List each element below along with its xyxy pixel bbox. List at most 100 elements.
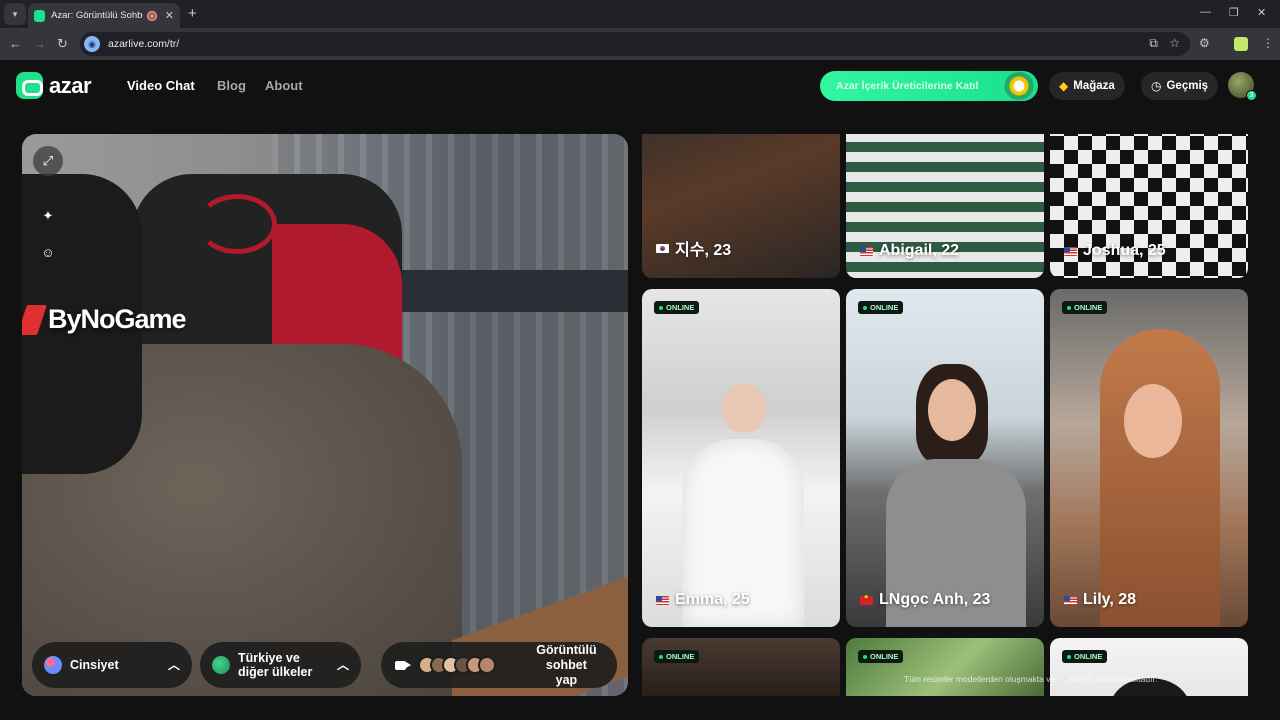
online-badge: ONLINE — [858, 301, 904, 314]
usa-flag-icon — [656, 595, 669, 605]
clock-icon: ◷ — [1151, 79, 1162, 93]
browser-toolbar: ← → ↻ ◉ azarlive.com/tr/ ⧉ ☆ ⚙ ⋮ — [0, 28, 1280, 60]
disclaimer-text: Tüm resimler modellerden oluşmakta ve … … — [904, 674, 1158, 684]
minimize-icon[interactable]: — — [1200, 6, 1211, 18]
history-label: Geçmiş — [1166, 80, 1209, 92]
browser-tab[interactable]: Azar: Görüntülü Sohbet & V ✕ — [28, 3, 180, 28]
history-button[interactable]: ◷ Geçmiş — [1141, 72, 1219, 100]
restore-icon[interactable]: ❐ — [1229, 6, 1239, 19]
azar-logo-icon — [16, 72, 43, 99]
watermark-logo: ByNoGame — [22, 304, 187, 335]
site-header: azar Video Chat Blog About Azar İçerik Ü… — [0, 60, 1280, 110]
profile-name: Joshua, 25 — [1064, 242, 1166, 260]
watermark-text: ByNoGame — [48, 304, 187, 334]
extension-shield-icon[interactable] — [1234, 37, 1248, 51]
profile-grid: 지수, 23 Abigail, 22 Joshua, 25 ONLINE Emm… — [642, 134, 1248, 696]
profile-name-text: Abigail, 22 — [879, 242, 960, 259]
start-video-chat-button[interactable]: Görüntülü sohbet yap — [381, 642, 617, 688]
address-bar[interactable]: ◉ azarlive.com/tr/ ⧉ ☆ — [80, 32, 1190, 56]
store-button[interactable]: ◆ Mağaza — [1049, 72, 1125, 100]
region-filter[interactable]: Türkiye ve diğer ülkeler ︿ — [200, 642, 361, 688]
online-badge: ONLINE — [1062, 650, 1108, 663]
start-chat-label-line2: yap — [555, 672, 578, 687]
profile-card[interactable]: Joshua, 25 — [1050, 134, 1248, 278]
avatar-badge: 3 — [1246, 90, 1257, 101]
usa-flag-icon — [860, 246, 873, 256]
gender-filter[interactable]: Cinsiyet ︿ — [32, 642, 192, 688]
chair-logo — [197, 194, 277, 254]
back-icon[interactable]: ← — [9, 36, 22, 51]
vietnam-flag-icon — [860, 593, 873, 605]
profile-name: Abigail, 22 — [860, 242, 959, 260]
close-window-icon[interactable]: ✕ — [1257, 6, 1266, 19]
online-badge: ONLINE — [1062, 301, 1108, 314]
profile-card[interactable]: Abigail, 22 — [846, 134, 1044, 278]
profile-card[interactable]: ONLINE Lily, 28 — [1050, 289, 1248, 627]
profile-card[interactable]: ONLINE LNgọc Anh, 23 — [846, 289, 1044, 627]
creator-join-button[interactable]: Azar İçerik Üreticilerine Katıl — [820, 71, 1038, 101]
install-app-icon[interactable]: ⧉ — [1149, 36, 1158, 51]
profile-card[interactable]: ONLINE Emma, 25 — [642, 289, 840, 627]
self-video-panel: ⤢ ✦ ☺ ByNoGame Cinsiyet ︿ Türkiye ve diğ… — [22, 134, 628, 696]
profile-name: 지수, 23 — [656, 236, 731, 260]
start-chat-label-line1: Görüntülü sohbet — [536, 642, 597, 672]
region-filter-label-line1: Türkiye ve — [238, 651, 300, 665]
profile-card[interactable]: ONLINE — [1050, 638, 1248, 696]
extensions-icon[interactable]: ⚙ — [1199, 36, 1210, 50]
azar-logo[interactable]: azar — [16, 72, 92, 99]
online-badge: ONLINE — [858, 650, 904, 663]
profile-name: Lily, 28 — [1064, 591, 1136, 609]
profile-name: Emma, 25 — [656, 591, 750, 609]
user-avatar[interactable]: 3 — [1228, 72, 1257, 101]
forward-icon[interactable]: → — [33, 36, 46, 51]
profile-name-text: 지수, 23 — [675, 242, 732, 259]
browser-tabbar: ▾ Azar: Görüntülü Sohbet & V ✕ + — ❐ ✕ — [0, 0, 1280, 28]
korea-flag-icon — [656, 243, 669, 253]
reload-icon[interactable]: ↻ — [57, 36, 68, 52]
profile-card[interactable]: 지수, 23 — [642, 134, 840, 278]
profile-name: LNgọc Anh, 23 — [860, 591, 990, 609]
region-filter-label-line2: diğer ülkeler — [238, 665, 313, 679]
creator-badge-icon — [1004, 72, 1034, 100]
azar-favicon-icon — [34, 9, 46, 22]
video-camera-icon — [395, 660, 411, 670]
profile-name-text: Lily, 28 — [1083, 591, 1137, 608]
profile-card[interactable]: ONLINE — [846, 638, 1044, 696]
nav-about[interactable]: About — [265, 78, 303, 93]
profile-photo-figure — [722, 384, 766, 432]
globe-icon — [212, 656, 230, 674]
online-badge: ONLINE — [654, 301, 700, 314]
profile-card[interactable]: ONLINE — [642, 638, 840, 696]
profile-photo-figure — [1100, 329, 1220, 627]
chevron-up-icon: ︿ — [167, 658, 180, 672]
profile-photo-figure — [1124, 384, 1182, 458]
gender-icon — [44, 656, 62, 674]
profile-name-text: Joshua, 25 — [1083, 242, 1166, 259]
face-filter-icon[interactable]: ☺ — [39, 243, 57, 261]
nav-video-chat[interactable]: Video Chat — [127, 78, 195, 93]
online-badge: ONLINE — [654, 650, 700, 663]
tab-title: Azar: Görüntülü Sohbet & V — [51, 10, 143, 21]
avatar-stack — [417, 656, 496, 674]
mini-avatar — [477, 656, 496, 674]
nav-blog[interactable]: Blog — [217, 78, 246, 93]
close-tab-icon[interactable]: ✕ — [165, 9, 174, 22]
profile-name-text: Emma, 25 — [675, 591, 750, 608]
effects-wand-icon[interactable]: ✦ — [39, 207, 57, 225]
logo-text: azar — [49, 72, 92, 98]
watermark-mark-icon — [22, 304, 47, 335]
profile-name-text: LNgọc Anh, 23 — [879, 591, 991, 608]
bookmark-star-icon[interactable]: ☆ — [1169, 36, 1180, 50]
url-text: azarlive.com/tr/ — [108, 38, 180, 50]
recording-icon — [147, 10, 157, 21]
new-tab-icon[interactable]: + — [188, 5, 197, 22]
profile-photo-figure — [928, 379, 976, 441]
creator-join-label: Azar İçerik Üreticilerine Katıl — [836, 80, 979, 92]
browser-menu-icon[interactable]: ⋮ — [1262, 36, 1274, 50]
chevron-up-icon: ︿ — [336, 658, 349, 672]
usa-flag-icon — [1064, 595, 1077, 605]
tab-search-icon[interactable]: ▾ — [4, 3, 26, 25]
store-label: Mağaza — [1073, 80, 1115, 92]
site-info-icon[interactable]: ◉ — [84, 36, 100, 52]
expand-icon[interactable]: ⤢ — [33, 146, 63, 176]
